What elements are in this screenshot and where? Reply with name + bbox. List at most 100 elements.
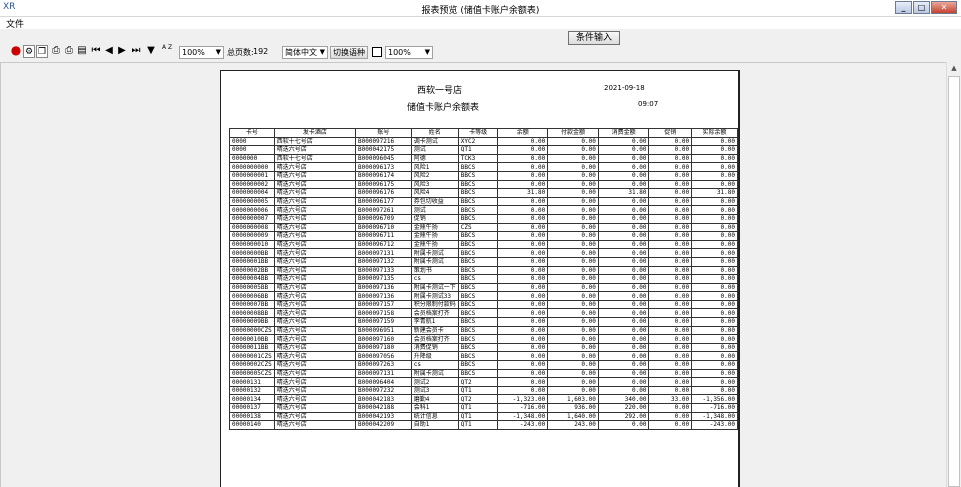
print-icon[interactable]: ⎙ (50, 45, 62, 58)
column-header: 消费金额 (597, 128, 650, 138)
table-cell: 0.00 (497, 360, 549, 370)
table-cell: 0.00 (497, 239, 549, 250)
record-icon[interactable]: ● (10, 44, 22, 58)
table-cell: 0.00 (547, 274, 599, 284)
table-cell: 0.00 (648, 317, 693, 327)
table-cell: B000097132 (355, 256, 412, 267)
table-cell: BBCS (457, 188, 499, 198)
table-cell: 1,603.00 (547, 394, 599, 404)
table-row: 00000005BB 晴迭六号店 B000097136 附属卡测试一下 BBCS 0.00… (229, 282, 738, 293)
table-cell: 0.00 (691, 274, 738, 284)
store-name: 西软一号店 (417, 86, 463, 96)
table-cell: 0.00 (597, 308, 650, 319)
table-cell: 阿德 (410, 153, 459, 164)
table-cell: 0.00 (547, 385, 599, 396)
table-cell: 0.00 (597, 256, 650, 267)
column-header: 余额 (497, 128, 549, 138)
table-cell: -716.00 (497, 403, 549, 413)
table-cell: 0.00 (648, 213, 693, 224)
table-cell: -1,356.00 (691, 394, 738, 404)
table-cell: 0000000004 (229, 188, 275, 198)
table-cell: 0.00 (547, 360, 599, 370)
menu-file[interactable]: 文件 (6, 17, 24, 30)
table-cell: QT1 (457, 403, 499, 413)
table-cell: 0.00 (497, 170, 549, 181)
table-cell: 测试2 (410, 377, 459, 387)
table-cell: 风险2 (410, 170, 459, 181)
switch-language-button[interactable]: 切换语种 (330, 46, 368, 59)
table-cell: 统计信息 (410, 411, 459, 422)
table-cell: 金鼎牛扬 (410, 222, 459, 233)
table-cell: 附属卡测试一下 (410, 282, 459, 293)
condition-input-button[interactable]: 条件输入 (568, 31, 620, 45)
table-cell: 00000001BB (229, 256, 275, 267)
table-row: 00000140 晴迭六号店 B000042209 自助1 QT1 -243.00 243.… (229, 420, 738, 430)
zoom-select[interactable]: 100% ▼ (179, 46, 224, 59)
table-cell: 0000000000 (229, 162, 275, 172)
report-viewport[interactable]: 西软一号店 储值卡账户余额表 2021-09-18 09:07 卡号 发卡酒店 账号… (0, 62, 946, 487)
language-select[interactable]: 简体中文 ▼ (282, 46, 328, 59)
table-cell: B000096712 (355, 239, 412, 250)
table-cell: XYC2 (457, 136, 499, 147)
filter-icon[interactable]: ▼ (145, 45, 157, 58)
table-row: 0000000010 晴迭六号店 B000096712 金鼎牛扬 BBCS 0.00 0.0… (229, 239, 738, 250)
table-cell: 0.00 (691, 162, 738, 172)
table-cell: 0.00 (547, 136, 599, 147)
table-cell: B000097133 (355, 265, 412, 276)
scroll-thumb[interactable] (948, 76, 960, 487)
table-cell: 0.00 (547, 248, 599, 258)
maximize-button[interactable]: □ (913, 1, 930, 14)
column-header: 账号 (355, 128, 412, 138)
table-cell: 0.00 (691, 308, 738, 319)
table-cell: BBCS (457, 334, 499, 344)
table-cell: 0000000006 (229, 205, 275, 215)
table-row: 0000000002 晴迭六号店 B000096175 风险3 BBCS 0.00 0.00… (229, 179, 738, 190)
table-cell: 消费促销 (410, 342, 459, 353)
report-page: 西软一号店 储值卡账户余额表 2021-09-18 09:07 卡号 发卡酒店 账号… (220, 70, 740, 487)
table-cell: 风险3 (410, 179, 459, 190)
scroll-up-icon[interactable]: ▲ (947, 64, 961, 76)
table-row: 0000000006 晴迭六号店 B000097261 测试 BBCS 0.00 0.00 0… (229, 205, 738, 215)
table-cell: 0.00 (691, 256, 738, 267)
table-cell: -716.00 (691, 403, 738, 413)
table-row: 00000138 晴迭六号店 B000042193 统计信息 QT1 -1,348.00 1… (229, 411, 738, 422)
print-setup-icon[interactable]: ⎙ (63, 45, 75, 58)
table-cell: 0.00 (497, 299, 549, 310)
table-cell: 0.00 (648, 308, 693, 319)
first-page-icon[interactable]: ⏮ (90, 45, 102, 58)
minimize-button[interactable]: _ (895, 1, 912, 14)
table-cell: 晴迭六号店 (273, 308, 357, 319)
table-cell: 0.00 (691, 377, 738, 387)
last-page-icon[interactable]: ⏭ (130, 45, 142, 58)
close-button[interactable]: ✕ (931, 1, 957, 14)
table-cell: 晴迭六号店 (273, 334, 357, 344)
table-cell: B000096174 (355, 170, 412, 181)
table-cell: 00000005BB (229, 282, 275, 293)
table-cell: 晴迭六号店 (273, 291, 357, 301)
table-cell: 0.00 (497, 196, 549, 207)
zoom2-select[interactable]: 100% ▼ (385, 46, 433, 59)
table-cell: 促销 (410, 213, 459, 224)
table-cell: 0.00 (648, 274, 693, 284)
table-row: 00000134 晴迭六号店 B000042183 磨勤4 QT2 -1,323.00 1,… (229, 394, 738, 404)
table-cell: 0.00 (691, 368, 738, 379)
prev-page-icon[interactable]: ◀ (104, 45, 114, 58)
table-cell: BBCS (457, 291, 499, 301)
table-cell: 0000000009 (229, 231, 275, 241)
table-cell: 晴迭六号店 (273, 213, 357, 224)
table-cell: 0.00 (547, 282, 599, 293)
copy-icon[interactable]: ❐ (36, 45, 48, 58)
checkbox[interactable] (372, 47, 382, 57)
table-cell: 0.00 (691, 334, 738, 344)
vertical-scrollbar[interactable]: ▲ (946, 62, 961, 487)
next-page-icon[interactable]: ▶ (117, 45, 127, 58)
table-cell: 0.00 (497, 136, 549, 147)
table-cell: 0.00 (597, 153, 650, 164)
table-row: 0000 晴迭六号店 B000042175 测试 QT1 0.00 0.00 0.00 0.00… (229, 145, 738, 155)
export-icon[interactable]: ⚙ (23, 45, 35, 58)
table-cell: 0.00 (597, 317, 650, 327)
sort-icon[interactable]: A Z (160, 45, 174, 58)
page-setup-icon[interactable]: ▤ (76, 45, 88, 58)
table-cell: B000096177 (355, 196, 412, 207)
table-cell: 0.00 (648, 265, 693, 276)
